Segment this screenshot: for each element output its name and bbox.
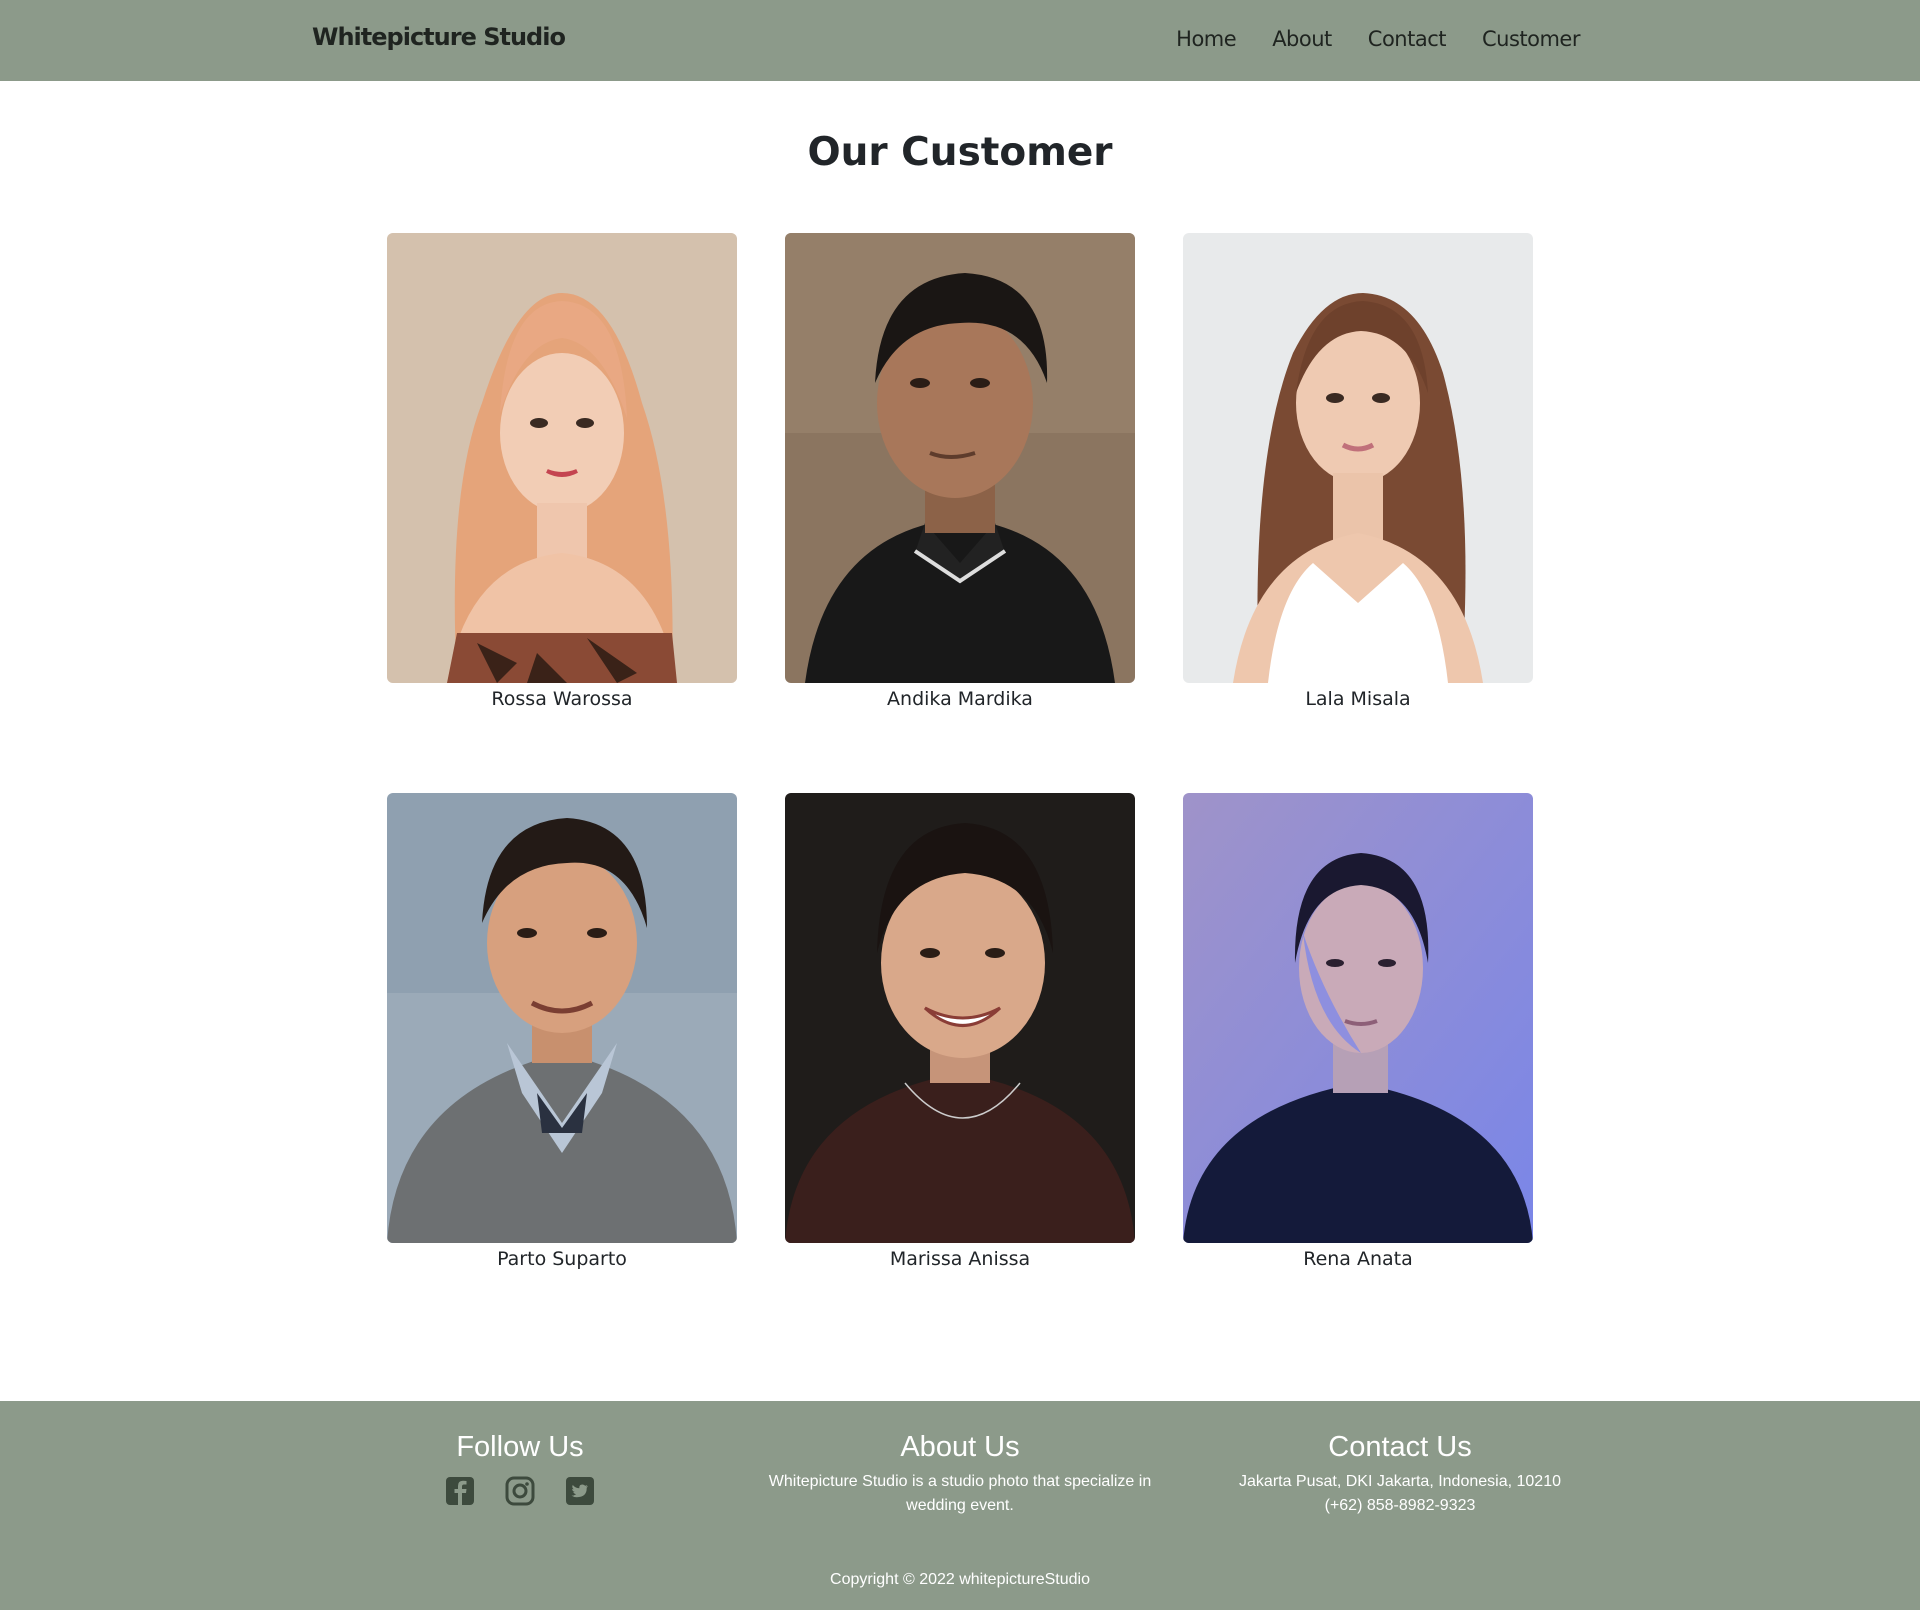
customer-photo	[1183, 793, 1533, 1243]
customer-name: Rossa Warossa	[491, 688, 633, 710]
nav-link-contact[interactable]: Contact	[1368, 27, 1447, 51]
follow-title: Follow Us	[456, 1431, 584, 1463]
customer-name: Parto Suparto	[497, 1248, 627, 1270]
customer-card: Rossa Warossa	[387, 233, 737, 710]
portrait-image	[785, 793, 1135, 1243]
portrait-image	[387, 793, 737, 1243]
nav-link-customer[interactable]: Customer	[1482, 27, 1581, 51]
customer-name: Andika Mardika	[887, 688, 1033, 710]
customer-card: Andika Mardika	[785, 233, 1135, 710]
footer-about-section: About Us Whitepicture Studio is a studio…	[740, 1431, 1180, 1518]
page-title: Our Customer	[807, 130, 1113, 175]
nav-link-home[interactable]: Home	[1176, 27, 1237, 51]
contact-address: Jakarta Pusat, DKI Jakarta, Indonesia, 1…	[1239, 1473, 1561, 1490]
customer-photo	[785, 793, 1135, 1243]
instagram-icon[interactable]	[505, 1476, 535, 1506]
customer-name: Marissa Anissa	[889, 1248, 1031, 1270]
footer: Follow Us About Us Whitepicture Studio i…	[0, 1401, 1920, 1610]
copyright-text: Copyright © 2022 whitepictureStudio	[830, 1571, 1090, 1588]
nav-link-about[interactable]: About	[1272, 27, 1332, 51]
customer-card: Parto Suparto	[387, 793, 737, 1270]
portrait-image	[387, 233, 737, 683]
portrait-image	[785, 233, 1135, 683]
contact-title: Contact Us	[1328, 1431, 1472, 1463]
portrait-image	[1183, 233, 1533, 683]
customer-photo	[1183, 233, 1533, 683]
footer-contact-section: Contact Us Jakarta Pusat, DKI Jakarta, I…	[1180, 1431, 1620, 1518]
social-links	[300, 1476, 740, 1506]
customer-name: Lala Misala	[1305, 688, 1411, 710]
brand-logo[interactable]: Whitepicture Studio	[312, 23, 566, 51]
navbar: Whitepicture Studio Home About Contact C…	[0, 0, 1920, 81]
footer-follow-section: Follow Us	[300, 1431, 740, 1506]
twitter-icon[interactable]	[565, 1476, 595, 1506]
customer-photo	[387, 793, 737, 1243]
customer-card: Marissa Anissa	[785, 793, 1135, 1270]
customer-card: Lala Misala	[1183, 233, 1533, 710]
portrait-image	[1183, 793, 1533, 1243]
about-title: About Us	[900, 1431, 1020, 1463]
about-text: Whitepicture Studio is a studio photo th…	[768, 1473, 1152, 1514]
nav-links: Home About Contact Customer	[1176, 27, 1580, 51]
customer-photo	[387, 233, 737, 683]
facebook-icon[interactable]	[445, 1476, 475, 1506]
customer-name: Rena Anata	[1303, 1248, 1413, 1270]
contact-phone: (+62) 858-8982-9323	[1324, 1497, 1476, 1514]
customer-photo	[785, 233, 1135, 683]
customer-card: Rena Anata	[1183, 793, 1533, 1270]
